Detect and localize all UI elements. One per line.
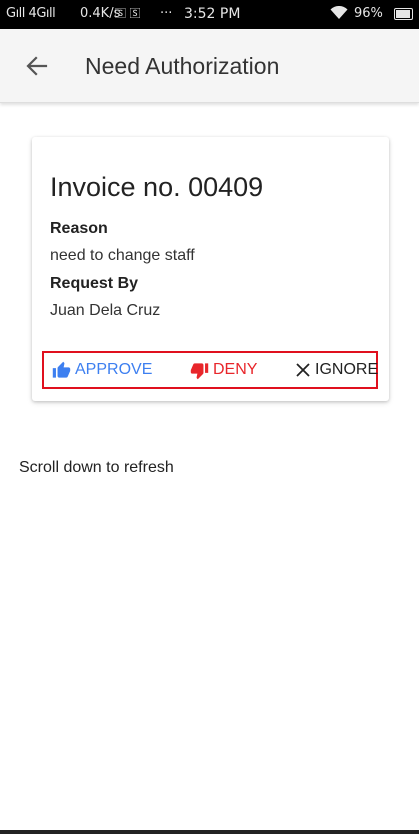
- refresh-hint: Scroll down to refresh: [19, 459, 174, 476]
- request-by-value: Juan Dela Cruz: [50, 302, 161, 319]
- close-icon: [295, 362, 311, 378]
- reason-value: need to change staff: [50, 247, 195, 264]
- invoice-title: Invoice no. 00409: [50, 172, 264, 202]
- ignore-button[interactable]: IGNORE: [295, 353, 378, 387]
- signal-icon: Gıll 4Gıll: [6, 6, 56, 21]
- back-button[interactable]: [22, 51, 52, 81]
- approve-label: APPROVE: [75, 361, 153, 378]
- more-notifications-icon: ···: [160, 6, 173, 21]
- request-by-label: Request By: [50, 275, 139, 292]
- app-bar: Need Authorization: [0, 29, 419, 103]
- status-time: 3:52 PM: [184, 6, 241, 22]
- arrow-left-icon: [22, 51, 52, 81]
- action-bar: APPROVE DENY IGNORE: [42, 351, 378, 389]
- deny-label: DENY: [213, 361, 258, 378]
- notification-icons: 🅂 🅂: [115, 7, 141, 20]
- page-title: Need Authorization: [85, 53, 280, 79]
- status-bar: Gıll 4Gıll 0.4K/s 🅂 🅂 ··· 3:52 PM 96%: [0, 0, 419, 29]
- ignore-label: IGNORE: [315, 361, 379, 378]
- thumbs-down-icon: [190, 361, 209, 380]
- reason-label: Reason: [50, 220, 108, 237]
- screen: Gıll 4Gıll 0.4K/s 🅂 🅂 ··· 3:52 PM 96% Ne…: [0, 0, 419, 834]
- battery-percent: 96%: [354, 6, 383, 21]
- approve-button[interactable]: APPROVE: [52, 353, 152, 387]
- bottom-divider: [0, 830, 419, 834]
- thumbs-up-icon: [52, 361, 71, 380]
- deny-button[interactable]: DENY: [190, 353, 257, 387]
- wifi-icon: [330, 5, 348, 25]
- battery-icon: [394, 8, 413, 20]
- authorization-card: Invoice no. 00409 Reason need to change …: [32, 137, 389, 401]
